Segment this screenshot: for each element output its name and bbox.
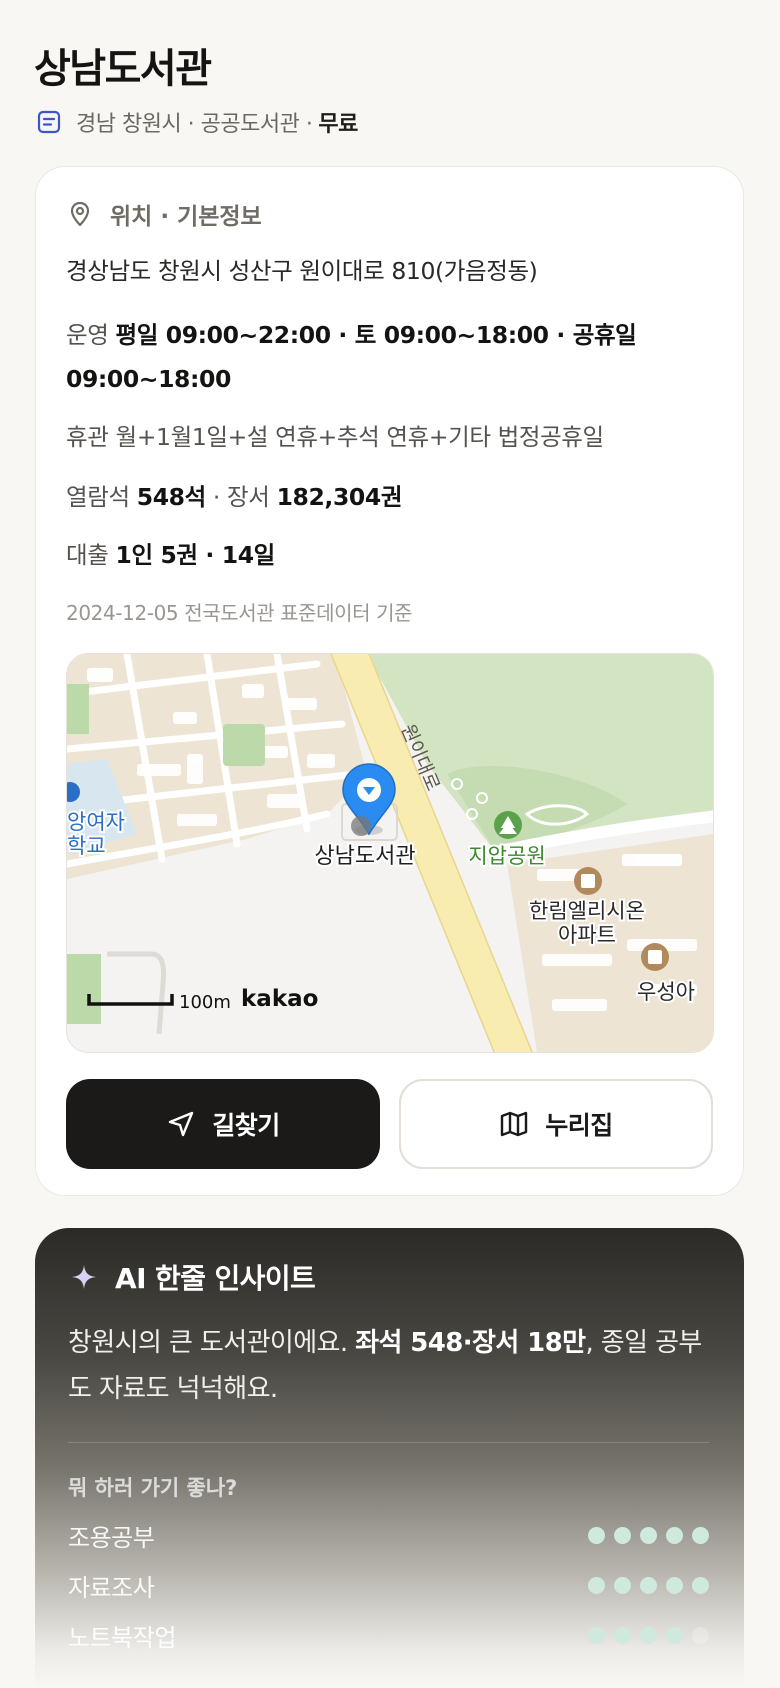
navigation-arrow-icon <box>166 1109 196 1139</box>
map-scale-label: 100m <box>179 992 231 1013</box>
hours-line: 운영 평일 09:00~22:00 · 토 09:00~18:00 · 공휴일 … <box>66 313 716 401</box>
rating-dot-empty <box>692 1626 709 1644</box>
address-text: 경상남도 창원시 성산구 원이대로 810(가음정동) <box>66 257 538 285</box>
loan-label: 대출 <box>66 541 109 569</box>
activity-label: 조용공부 <box>68 1523 155 1552</box>
rating-dot-filled <box>614 1626 631 1644</box>
activity-label: 노트북작업 <box>68 1623 176 1652</box>
rating-dot-filled <box>666 1576 683 1594</box>
loan-value: 1인 5권 · 14일 <box>115 541 276 569</box>
rating-dot-filled <box>692 1576 709 1594</box>
activity-row: 조용공부 <box>68 1517 709 1553</box>
website-button-label: 누리집 <box>545 1111 613 1140</box>
map-icon <box>499 1109 529 1139</box>
ai-insight-header: AI 한줄 인사이트 <box>69 1256 316 1298</box>
rating-dot-filled <box>614 1576 631 1594</box>
rating-dot-filled <box>588 1576 605 1594</box>
ai-insight-card: AI 한줄 인사이트 창원시의 큰 도서관이에요. 좌석 548·장서 18만,… <box>35 1228 744 1688</box>
activity-rating <box>588 1576 709 1594</box>
rating-dot-filled <box>666 1526 683 1544</box>
website-button[interactable]: 누리집 <box>399 1079 713 1169</box>
activity-row: 자료조사 <box>68 1567 709 1603</box>
rating-dot-filled <box>588 1526 605 1544</box>
info-section-header: 위치 · 기본정보 <box>66 197 262 231</box>
document-icon <box>36 109 62 135</box>
location-pin-icon <box>66 200 94 228</box>
closed-value: 월+1월1일+설 연휴+추석 연휴+기타 법정공휴일 <box>115 423 605 451</box>
info-card: 위치 · 기본정보 경상남도 창원시 성산구 원이대로 810(가음정동) 운영… <box>35 166 744 1196</box>
map-apartment-label: 한림엘리시온 <box>529 899 645 923</box>
seats-value: 548석 <box>136 483 206 511</box>
rating-dot-filled <box>640 1576 657 1594</box>
data-source-note: 2024-12-05 전국도서관 표준데이터 기준 <box>66 601 413 625</box>
map-school-label-2: 학교 <box>67 834 106 858</box>
hours-label: 운영 <box>66 321 109 349</box>
library-meta: 경남 창원시 · 공공도서관 · 무료 <box>36 104 358 140</box>
directions-button[interactable]: 길찾기 <box>66 1079 380 1169</box>
directions-button-label: 길찾기 <box>212 1111 280 1140</box>
activity-row: 노트북작업 <box>68 1617 709 1653</box>
capacity-line: 열람석 548석 · 장서 182,304권 <box>66 475 716 519</box>
fee-badge: 무료 <box>318 112 358 137</box>
location-map[interactable]: 원이대로 상남도서관 지압공원 한림엘리시온 아파트 우성아 앙여자 학교 10… <box>66 653 714 1053</box>
info-section-title: 위치 · 기본정보 <box>110 204 262 230</box>
hours-value: 평일 09:00~22:00 · 토 09:00~18:00 · 공휴일 09:… <box>66 321 637 393</box>
seats-label: 열람석 <box>66 483 130 511</box>
page-title: 상남도서관 <box>34 46 212 92</box>
books-label: · 장서 <box>212 483 270 511</box>
rating-dot-filled <box>640 1526 657 1544</box>
map-marker-label: 상남도서관 <box>314 844 415 869</box>
map-park-label: 지압공원 <box>468 844 545 868</box>
books-value: 182,304권 <box>276 483 403 511</box>
closed-label: 휴관 <box>66 423 109 451</box>
rating-dot-filled <box>692 1526 709 1544</box>
ai-activity-subtitle: 뭐 하러 가기 좋나? <box>68 1476 238 1500</box>
map-apartment-label-2: 아파트 <box>558 923 616 947</box>
closed-days-line: 휴관 월+1월1일+설 연휴+추석 연휴+기타 법정공휴일 <box>66 415 716 459</box>
map-apartment-label-3: 우성아 <box>637 980 695 1004</box>
divider <box>68 1442 709 1443</box>
rating-dot-filled <box>666 1626 683 1644</box>
rating-dot-filled <box>640 1626 657 1644</box>
sparkle-icon <box>69 1262 99 1292</box>
activity-rating <box>588 1526 709 1544</box>
map-school-label: 앙여자 <box>67 810 125 834</box>
rating-dot-filled <box>614 1526 631 1544</box>
ai-insight-text: 창원시의 큰 도서관이에요. 좌석 548·장서 18만, 종일 공부도 자료도… <box>68 1328 702 1404</box>
loan-line: 대출 1인 5권 · 14일 <box>66 533 716 577</box>
activity-rating <box>588 1626 709 1644</box>
activity-label: 자료조사 <box>68 1573 155 1602</box>
ai-insight-title: AI 한줄 인사이트 <box>115 1262 316 1295</box>
map-brand-logo: kakao <box>241 986 318 1012</box>
rating-dot-filled <box>588 1626 605 1644</box>
library-region-type: 경남 창원시 · 공공도서관 · <box>76 112 313 137</box>
